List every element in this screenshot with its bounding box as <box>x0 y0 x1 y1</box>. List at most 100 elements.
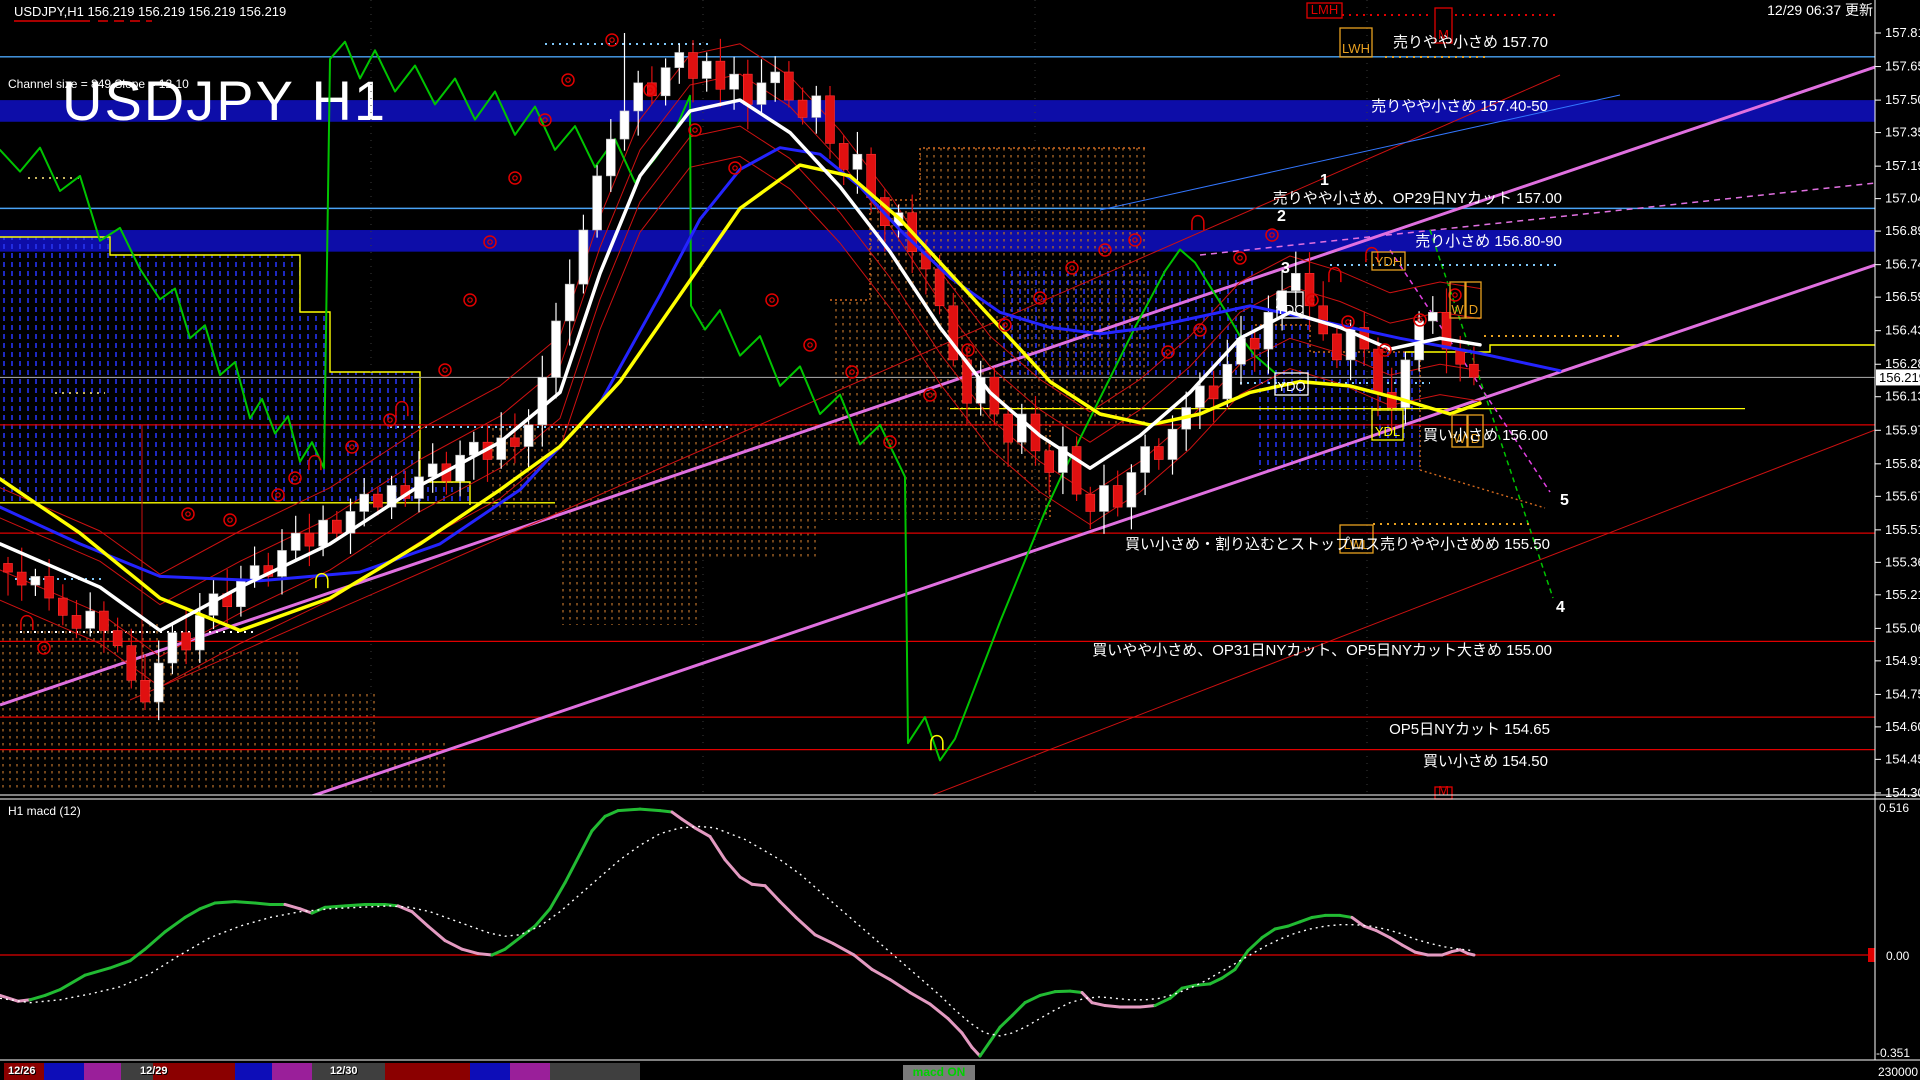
macd-main-line <box>1300 917 1312 921</box>
axis-tick-label: 157.045 <box>1885 191 1920 206</box>
candle-body <box>743 74 752 104</box>
candle-body <box>31 576 40 585</box>
volume-readout: 230000 <box>1878 1065 1918 1079</box>
macd-main-line <box>345 904 365 905</box>
axis-tick-label: 154.300 <box>1885 785 1920 800</box>
signal-circle-dot <box>513 176 517 180</box>
candle-body <box>716 61 725 89</box>
candle-body <box>305 533 314 546</box>
signal-circle-icon <box>729 162 741 174</box>
macd-main-line <box>200 903 215 909</box>
candle-body <box>456 455 465 481</box>
macd-main-line <box>445 941 462 950</box>
candle-body <box>510 438 519 447</box>
order-annotation: 売りやや小さめ 157.70 <box>1393 34 1548 51</box>
signal-circle-dot <box>1346 320 1350 324</box>
macd-main-line <box>505 938 520 950</box>
macd-main-line <box>1402 945 1415 952</box>
ichimoku-cloud <box>0 622 450 792</box>
candle-body <box>332 520 341 533</box>
macd-main-line <box>1262 929 1275 938</box>
macd-main-line <box>185 909 200 918</box>
macd-main-line <box>672 812 682 819</box>
candle-body <box>319 520 328 546</box>
candle-body <box>1250 338 1259 349</box>
macd-main-line <box>165 917 185 931</box>
macd-main-line <box>1140 1006 1155 1007</box>
candle-body <box>278 550 287 576</box>
signal-circle-icon <box>439 364 451 376</box>
axis-tick-label: 155.670 <box>1885 488 1920 503</box>
macd-main-line <box>592 816 605 830</box>
wave-number: 2 <box>1277 208 1286 225</box>
candle-body <box>606 139 615 176</box>
axis-tick-label: 156.590 <box>1885 289 1920 304</box>
price-axis[interactable]: 157.810157.655157.500157.350157.195157.0… <box>1875 25 1920 800</box>
macd-main-line <box>285 904 300 908</box>
macd-main-line <box>990 1027 1000 1041</box>
signal-circle-dot <box>808 343 812 347</box>
macd-indicator <box>0 809 1877 1056</box>
axis-tick-label: 157.655 <box>1885 59 1920 74</box>
macd-main-line <box>110 961 130 968</box>
candle-body <box>702 61 711 78</box>
chart-canvas[interactable]: USDJPY H1 ∩∩∩∩∩∩∩∩ LMHMLWHYDHYDCWDYDOYDL… <box>0 0 1920 1080</box>
order-annotation: 買い小さめ 156.00 <box>1423 427 1548 444</box>
macd-axis-zero: 0.00 <box>1886 949 1910 963</box>
macd-main-line <box>1235 951 1248 970</box>
macd-toggle-button[interactable]: macd ON <box>903 1065 975 1080</box>
candle-body <box>949 306 958 360</box>
axis-tick-label: 155.215 <box>1885 587 1920 602</box>
candle-body <box>524 425 533 447</box>
candle-body <box>853 154 862 169</box>
macd-main-line <box>854 955 872 969</box>
macd-main-line <box>1376 930 1390 937</box>
signal-circle-icon <box>1234 252 1246 264</box>
axis-tick-label: 154.455 <box>1885 751 1920 766</box>
candle-body <box>58 598 67 615</box>
macd-main-line <box>948 1019 962 1033</box>
candle-body <box>1154 447 1163 460</box>
macd-main-line <box>980 1042 990 1056</box>
signal-circle-dot <box>770 298 774 302</box>
session-segment <box>235 1063 272 1080</box>
order-annotation: 買い小さめ・割り込むとストップロス売りやや小さめめ 155.50 <box>1125 536 1550 553</box>
macd-main-line <box>890 980 910 993</box>
macd-main-line <box>710 837 725 860</box>
signal-circle-icon <box>562 74 574 86</box>
macd-main-line <box>235 902 255 903</box>
macd-main-line <box>660 811 672 812</box>
macd-main-line <box>565 854 580 883</box>
candle-body <box>373 494 382 507</box>
candle-body <box>826 96 835 144</box>
macd-main-line <box>580 831 592 854</box>
candle-body <box>771 72 780 83</box>
candle-body <box>168 633 177 663</box>
candle-body <box>1113 485 1122 507</box>
macd-main-line <box>780 902 796 918</box>
level-box-label: D <box>1469 302 1478 317</box>
macd-main-line <box>815 935 833 944</box>
candle-body <box>839 143 848 169</box>
candle-body <box>757 83 766 105</box>
signal-circle-dot <box>693 128 697 132</box>
macd-main-line <box>972 1047 980 1056</box>
channel-info-label: Channel size = 849 Slope = 12.10 <box>8 77 189 91</box>
session-segment <box>272 1063 312 1080</box>
axis-tick-label: 155.820 <box>1885 456 1920 471</box>
macd-main-line <box>1070 991 1082 992</box>
level-box-label: YDH <box>1375 254 1402 269</box>
macd-main-line <box>833 943 854 955</box>
macd-main-line <box>520 926 535 938</box>
axis-tick-label: 157.350 <box>1885 125 1920 140</box>
current-price-value: 156.219 <box>1879 370 1920 385</box>
sell-hook-icon: ∩ <box>304 444 326 477</box>
date-label: 12/29 <box>140 1065 168 1077</box>
axis-tick-label: 155.975 <box>1885 422 1920 437</box>
candle-body <box>1332 334 1341 360</box>
candle-body <box>675 52 684 67</box>
order-annotation: 買い小さめ 154.50 <box>1423 753 1548 770</box>
axis-tick-label: 155.515 <box>1885 522 1920 537</box>
candle-body <box>1004 414 1013 442</box>
candle-body <box>935 269 944 306</box>
